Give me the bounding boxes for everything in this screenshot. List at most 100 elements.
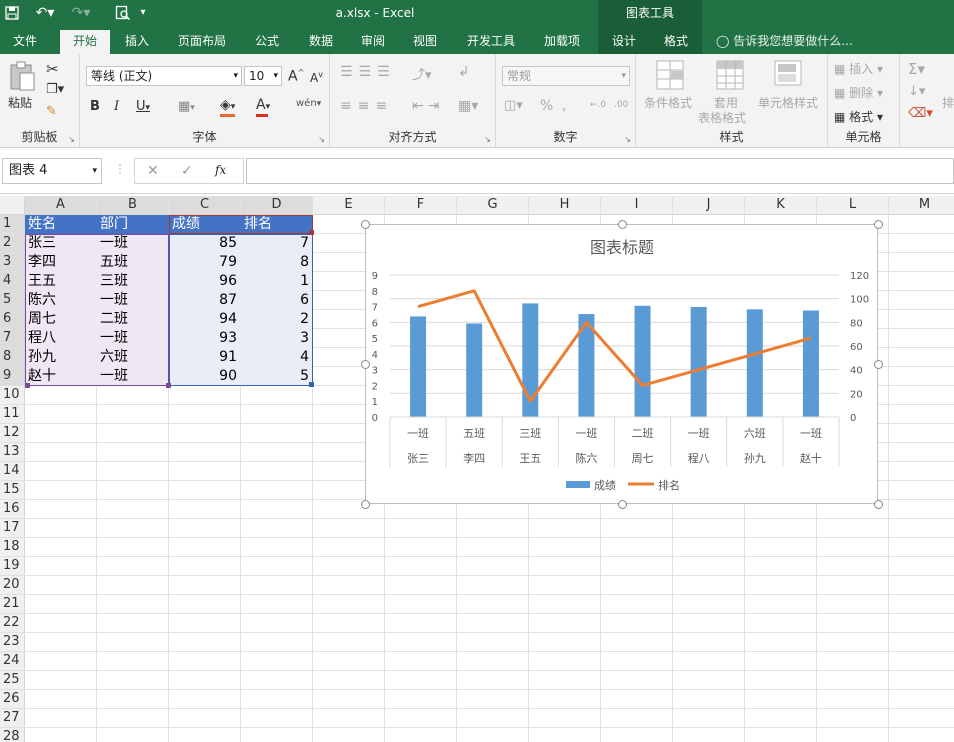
- resize-handle[interactable]: [361, 360, 370, 369]
- tab-home[interactable]: 开始: [60, 30, 110, 54]
- row-header-20[interactable]: 20: [0, 576, 25, 595]
- chart-title[interactable]: 图表标题: [590, 238, 654, 257]
- category-label-inner[interactable]: 王五: [519, 452, 541, 465]
- tab-developer[interactable]: 开发工具: [458, 30, 524, 54]
- phonetic-icon[interactable]: wén▾: [296, 98, 321, 109]
- legend-label-score[interactable]: 成绩: [594, 479, 616, 492]
- header-cell-a[interactable]: 姓名: [28, 215, 96, 234]
- customize-qat-icon[interactable]: ▾: [136, 0, 150, 26]
- fill-icon[interactable]: ↓▾: [908, 84, 925, 99]
- left-axis-tick-label[interactable]: 0: [372, 413, 378, 424]
- tab-review[interactable]: 审阅: [350, 30, 396, 54]
- category-label-inner[interactable]: 程八: [688, 452, 710, 465]
- left-axis-tick-label[interactable]: 3: [372, 366, 378, 377]
- accounting-format-icon[interactable]: ◫▾: [504, 98, 523, 113]
- table-cell[interactable]: 3: [244, 329, 309, 348]
- header-cell-d[interactable]: 排名: [244, 215, 312, 234]
- table-cell[interactable]: 91: [172, 348, 237, 367]
- tab-data[interactable]: 数据: [298, 30, 344, 54]
- right-axis-tick-label[interactable]: 0: [850, 413, 856, 424]
- category-label-inner[interactable]: 赵十: [800, 451, 822, 465]
- table-cell[interactable]: 赵十: [28, 367, 93, 386]
- paste-icon[interactable]: [8, 60, 36, 91]
- column-header-d[interactable]: D: [241, 196, 313, 215]
- header-cell-b[interactable]: 部门: [100, 215, 168, 234]
- comma-style-icon[interactable]: ,: [562, 98, 566, 114]
- row-header-24[interactable]: 24: [0, 652, 25, 671]
- row-header-22[interactable]: 22: [0, 614, 25, 633]
- column-header-j[interactable]: J: [673, 196, 745, 215]
- resize-handle[interactable]: [874, 220, 883, 229]
- cancel-icon[interactable]: ✕: [147, 163, 159, 179]
- row-header-8[interactable]: 8: [0, 348, 25, 367]
- category-label-outer[interactable]: 一班: [407, 427, 429, 440]
- increase-decimal-icon[interactable]: ←.0: [590, 100, 606, 110]
- horizontal-align-icons[interactable]: ≡≡≡: [340, 98, 393, 114]
- row-header-21[interactable]: 21: [0, 595, 25, 614]
- column-header-m[interactable]: M: [889, 196, 954, 215]
- column-header-e[interactable]: E: [313, 196, 385, 215]
- left-axis-tick-label[interactable]: 5: [372, 334, 378, 345]
- column-header-a[interactable]: A: [25, 196, 97, 215]
- print-preview-icon[interactable]: [108, 0, 138, 26]
- category-label-outer[interactable]: 一班: [575, 427, 597, 440]
- number-format-select[interactable]: 常规 ▾: [502, 66, 630, 86]
- row-header-15[interactable]: 15: [0, 481, 25, 500]
- row-header-16[interactable]: 16: [0, 500, 25, 519]
- select-all-corner[interactable]: [0, 196, 25, 215]
- row-header-9[interactable]: 9: [0, 367, 25, 386]
- category-label-outer[interactable]: 一班: [688, 427, 710, 440]
- table-cell[interactable]: 程八: [28, 329, 93, 348]
- column-header-i[interactable]: I: [601, 196, 673, 215]
- right-axis-tick-label[interactable]: 80: [850, 318, 863, 329]
- insert-function-icon[interactable]: fx: [215, 163, 226, 177]
- table-cell[interactable]: 一班: [100, 329, 165, 348]
- redo-icon[interactable]: ↷▾: [66, 0, 96, 26]
- format-as-table-label-2[interactable]: 表格格式: [698, 109, 746, 126]
- row-header-12[interactable]: 12: [0, 424, 25, 443]
- tab-file[interactable]: 文件: [0, 30, 50, 54]
- format-as-table-icon[interactable]: [716, 60, 744, 90]
- cell-styles-label[interactable]: 单元格样式: [758, 94, 818, 111]
- row-header-1[interactable]: 1: [0, 215, 25, 234]
- font-launcher-icon[interactable]: ↘: [318, 135, 325, 144]
- table-cell[interactable]: 90: [172, 367, 237, 386]
- font-color-icon[interactable]: A▾: [256, 97, 270, 117]
- tab-page-layout[interactable]: 页面布局: [170, 30, 234, 54]
- format-painter-icon[interactable]: ✎: [46, 104, 57, 119]
- sort-filter-label[interactable]: 排: [942, 94, 954, 111]
- delete-cells-button[interactable]: ▦ 删除 ▾: [834, 84, 883, 101]
- vertical-align-icons[interactable]: ☰☰☰: [340, 64, 396, 80]
- table-cell[interactable]: 1: [244, 272, 309, 291]
- column-header-f[interactable]: F: [385, 196, 457, 215]
- category-label-outer[interactable]: 一班: [800, 427, 822, 440]
- cell-styles-icon[interactable]: [774, 60, 802, 90]
- row-header-10[interactable]: 10: [0, 386, 25, 405]
- tab-chart-design[interactable]: 设计: [598, 30, 650, 54]
- left-axis-tick-label[interactable]: 9: [372, 271, 378, 282]
- number-launcher-icon[interactable]: ↘: [624, 135, 631, 144]
- table-cell[interactable]: 96: [172, 272, 237, 291]
- table-cell[interactable]: 一班: [100, 367, 165, 386]
- underline-button[interactable]: U▾: [136, 99, 150, 114]
- row-header-14[interactable]: 14: [0, 462, 25, 481]
- row-header-13[interactable]: 13: [0, 443, 25, 462]
- clear-icon[interactable]: ⌫▾: [908, 106, 933, 121]
- table-cell[interactable]: 5: [244, 367, 309, 386]
- resize-handle[interactable]: [874, 360, 883, 369]
- header-cell-c[interactable]: 成绩: [172, 215, 240, 234]
- right-axis-tick-label[interactable]: 20: [850, 389, 863, 400]
- table-cell[interactable]: 2: [244, 310, 309, 329]
- bar-成绩[interactable]: [746, 309, 763, 417]
- tab-view[interactable]: 视图: [402, 30, 448, 54]
- chart-object[interactable]: 图表标题 0 20 40 60 80 100 120 0 1 2 3 4 5 6 7 8 9 一班 张三 五班 李四 三班王…: [365, 224, 878, 504]
- fill-color-icon[interactable]: ◈▾: [220, 97, 235, 117]
- undo-icon[interactable]: ↶▾: [30, 0, 60, 26]
- insert-cells-button[interactable]: ▦ 插入 ▾: [834, 60, 883, 77]
- row-header-5[interactable]: 5: [0, 291, 25, 310]
- category-label-inner[interactable]: 李四: [463, 451, 485, 465]
- tab-chart-format[interactable]: 格式: [650, 30, 702, 54]
- orientation-icon[interactable]: ⤴▾: [412, 64, 432, 83]
- column-header-k[interactable]: K: [745, 196, 817, 215]
- name-box[interactable]: 图表 4 ▾: [2, 158, 102, 184]
